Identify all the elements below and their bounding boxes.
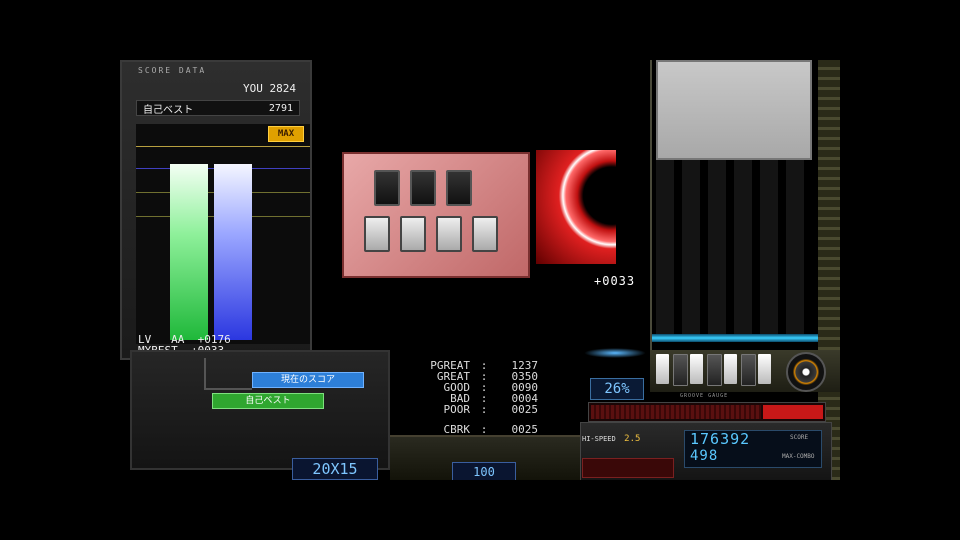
groove-gauge-empty [591, 405, 761, 419]
you-label: YOU [243, 82, 263, 95]
groove-gauge-fill [763, 405, 823, 419]
hispeed-value: 2.5 [624, 434, 641, 444]
max-badge: MAX [268, 126, 304, 142]
bga-controller-image [342, 152, 530, 278]
current-score-button[interactable]: 現在のスコア [252, 372, 364, 388]
lane-stripe [708, 160, 726, 340]
judge-row: POOR:0025 [408, 403, 539, 416]
lane-stripe [682, 160, 700, 340]
best-score-bar [214, 164, 252, 340]
best-score-row: 自己ベスト 2791 [136, 100, 300, 116]
cbrk-label: CBRK [443, 423, 471, 436]
key-6 [741, 354, 756, 386]
combo-value: 498 [690, 448, 719, 464]
cbrk-row: CBRK:0025 [408, 423, 539, 436]
bga-key [410, 170, 436, 206]
hispeed-display: 20X15 [292, 458, 378, 480]
connector-line [204, 358, 206, 390]
bga-key [472, 216, 498, 252]
bga-counter: +0033 [594, 274, 636, 288]
judge-label: POOR [443, 403, 471, 416]
key-5 [724, 354, 737, 384]
status-lamp [582, 458, 674, 478]
green-number-display: 100 [452, 462, 516, 480]
groove-gauge-caption: GROOVE GAUGE [680, 393, 729, 399]
max-line [136, 146, 310, 147]
bga-key [374, 170, 400, 206]
best-score: 2791 [268, 102, 293, 114]
lane-cover [656, 60, 812, 160]
you-score-bar [170, 164, 208, 340]
bga-key [400, 216, 426, 252]
hispeed-label: HI-SPEED [582, 435, 616, 443]
my-best-button[interactable]: 自己ベスト [212, 393, 324, 409]
judgement-line [652, 334, 818, 342]
bga-key [364, 216, 390, 252]
key-2 [673, 354, 688, 386]
bga-key [446, 170, 472, 206]
score-data-title: SCORE DATA [138, 66, 207, 75]
hispeed-readout: HI-SPEED 2.5 [582, 434, 640, 444]
key-7 [758, 354, 771, 384]
cbrk-value: 0025 [511, 423, 539, 436]
best-label: 自己ベスト [143, 104, 194, 116]
bga-turntable-image [536, 150, 616, 264]
judge-table: PGREAT:1237 GREAT:0350 GOOD:0090 BAD:000… [408, 360, 538, 435]
game-screen: SCORE DATA YOU 2824 自己ベスト 2791 MAX LV AA… [120, 60, 840, 480]
key-4 [707, 354, 722, 386]
bga-key [436, 216, 462, 252]
you-score-row: YOU 2824 [243, 82, 296, 95]
lane-stripe [760, 160, 778, 340]
lane-stripe [734, 160, 752, 340]
lane-stripe [656, 160, 674, 340]
key-1 [656, 354, 669, 384]
you-score: 2824 [269, 82, 297, 95]
judge-value: 0025 [511, 403, 539, 416]
blue-light-effect [584, 348, 646, 358]
score-data-panel: SCORE DATA YOU 2824 自己ベスト 2791 MAX LV AA… [120, 60, 312, 360]
connector-line [204, 388, 252, 390]
lower-left-panel [130, 350, 390, 470]
note-lane [650, 60, 822, 350]
key-3 [690, 354, 703, 384]
score-value: 176392 [690, 430, 751, 448]
score-caption: SCORE [790, 434, 809, 441]
combo-caption: MAX-COMBO [782, 453, 815, 460]
groove-gauge [588, 402, 826, 422]
gauge-percent: 26% [590, 378, 644, 400]
turntable-icon [786, 352, 826, 392]
lane-stripe [786, 160, 804, 340]
